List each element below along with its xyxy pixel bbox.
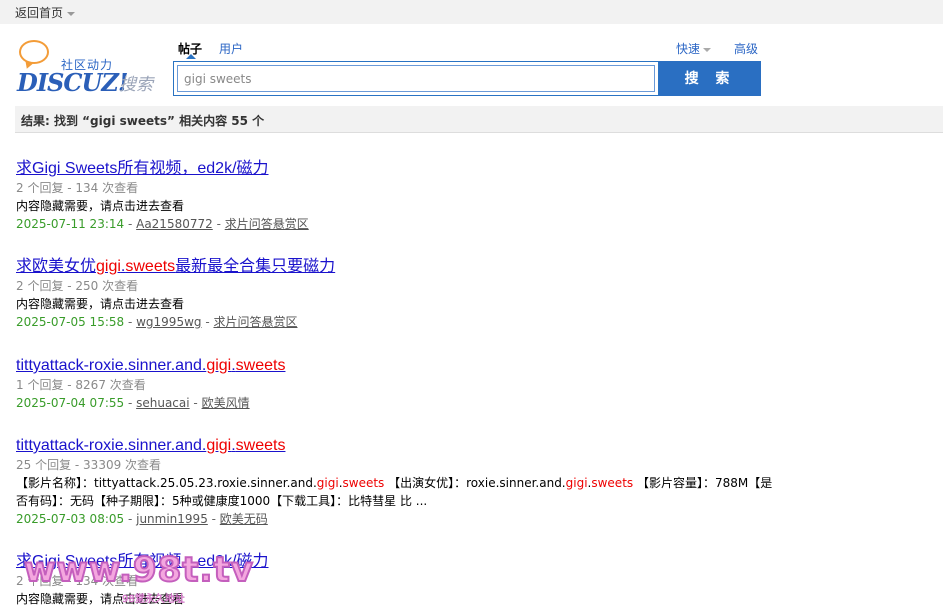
- chevron-down-icon: [67, 11, 76, 16]
- logo-search-label: 搜索: [119, 75, 153, 95]
- watermark-logo: www.98t.tv 98堂永久地址: [23, 549, 254, 610]
- text-segment: 求欧美女优: [16, 258, 97, 275]
- chevron-down-icon: [703, 47, 712, 52]
- quick-search-label: 快速: [676, 42, 701, 56]
- keyword-highlight: gigi: [565, 476, 588, 490]
- author-link[interactable]: junmin1995: [136, 512, 208, 526]
- search-input[interactable]: [177, 65, 655, 92]
- keyword-highlight: sweets: [235, 357, 286, 374]
- keyword-highlight: sweets: [235, 437, 286, 454]
- quick-search-menu[interactable]: 快速: [676, 40, 712, 57]
- keyword-highlight: gigi: [206, 437, 232, 454]
- keyword-highlight: sweets: [125, 258, 176, 275]
- result-title-link[interactable]: 求欧美女优gigi.sweets最新最全合集只要磁力: [16, 256, 776, 277]
- post-date: 2025-07-03 08:05: [16, 512, 125, 526]
- author-link[interactable]: wg1995wg: [136, 315, 201, 329]
- forum-link[interactable]: 求片问答悬赏区: [225, 217, 309, 231]
- text-segment: 内容隐藏需要，请点击进去查看: [16, 297, 185, 311]
- post-date: 2025-07-04 07:55: [16, 396, 125, 410]
- separator: -: [124, 315, 137, 329]
- text-segment: 【影片名称】：tittyattack.25.05.23.roxie.sinner…: [16, 476, 317, 490]
- result-stats: 2 个回复 - 250 次查看: [16, 279, 139, 293]
- separator: -: [201, 315, 214, 329]
- top-bar: 返回首页: [0, 0, 943, 24]
- forum-link[interactable]: 欧美无码: [220, 512, 268, 526]
- advanced-search-link[interactable]: 高级: [734, 40, 758, 57]
- post-date: 2025-07-11 23:14: [16, 217, 125, 231]
- forum-link[interactable]: 欧美风情: [202, 396, 250, 410]
- search-box: [173, 61, 659, 96]
- text-segment: 求Gigi Sweets所有视频，ed2k/磁力: [16, 160, 269, 177]
- result-footer: 2025-07-11 23:14 - Aa21580772 - 求片问答悬赏区: [16, 215, 776, 233]
- result-excerpt: 内容隐藏需要，请点击进去查看: [16, 295, 776, 313]
- keyword-highlight: sweets: [342, 476, 385, 490]
- result-footer: 2025-07-04 07:55 - sehuacai - 欧美风情: [16, 394, 776, 412]
- separator: -: [212, 217, 225, 231]
- speech-bubble-icon: [19, 40, 49, 64]
- back-home-label: 返回首页: [15, 6, 64, 20]
- result-footer: 2025-07-03 08:05 - junmin1995 - 欧美无码: [16, 510, 776, 528]
- result-title-link[interactable]: 求Gigi Sweets所有视频，ed2k/磁力: [16, 158, 776, 179]
- keyword-highlight: gigi: [316, 476, 339, 490]
- result-summary: 结果: 找到 “gigi sweets” 相关内容 55 个: [21, 114, 265, 128]
- watermark-main-text: www.98t.tv: [23, 549, 254, 591]
- logo-brand: DISCUZ!: [17, 68, 128, 97]
- forum-link[interactable]: 求片问答悬赏区: [213, 315, 297, 329]
- result-summary-bar: 结果: 找到 “gigi sweets” 相关内容 55 个: [15, 106, 943, 133]
- back-home-link[interactable]: 返回首页: [15, 4, 76, 21]
- result-title-link[interactable]: tittyattack-roxie.sinner.and.gigi.sweets: [16, 435, 776, 456]
- separator: -: [207, 512, 220, 526]
- result-excerpt: 内容隐藏需要，请点击进去查看: [16, 197, 776, 215]
- result-item: 求欧美女优gigi.sweets最新最全合集只要磁力 2 个回复 - 250 次查…: [16, 256, 776, 331]
- text-segment: tittyattack-roxie.sinner.and.: [16, 437, 207, 454]
- tab-users[interactable]: 用户: [219, 40, 243, 57]
- separator: -: [124, 396, 137, 410]
- separator: -: [124, 512, 137, 526]
- text-segment: 最新最全合集只要磁力: [175, 258, 336, 275]
- result-item: tittyattack-roxie.sinner.and.gigi.sweets…: [16, 435, 776, 528]
- result-title-link[interactable]: tittyattack-roxie.sinner.and.gigi.sweets: [16, 355, 776, 376]
- result-stats: 2 个回复 - 134 次查看: [16, 181, 139, 195]
- keyword-highlight: gigi: [96, 258, 121, 275]
- watermark-sub-text: 98堂永久地址: [122, 594, 185, 605]
- author-link[interactable]: sehuacai: [136, 396, 189, 410]
- site-logo[interactable]: 社区动力 DISCUZ! 搜索: [15, 38, 165, 97]
- text-segment: 【出演女优】：roxie.sinner.and.: [384, 476, 566, 490]
- result-stats: 25 个回复 - 33309 次查看: [16, 458, 162, 472]
- post-date: 2025-07-05 15:58: [16, 315, 125, 329]
- result-item: tittyattack-roxie.sinner.and.gigi.sweets…: [16, 355, 776, 412]
- result-item: 求Gigi Sweets所有视频，ed2k/磁力 2 个回复 - 134 次查看内…: [16, 158, 776, 233]
- result-excerpt: 【影片名称】：tittyattack.25.05.23.roxie.sinner…: [16, 474, 776, 510]
- search-button[interactable]: 搜 索: [659, 61, 761, 96]
- author-link[interactable]: Aa21580772: [136, 217, 213, 231]
- result-stats: 1 个回复 - 8267 次查看: [16, 378, 146, 392]
- keyword-highlight: gigi: [206, 357, 232, 374]
- active-tab-indicator: [186, 54, 196, 59]
- keyword-highlight: sweets: [591, 476, 634, 490]
- result-footer: 2025-07-05 15:58 - wg1995wg - 求片问答悬赏区: [16, 313, 776, 331]
- separator: -: [189, 396, 202, 410]
- separator: -: [124, 217, 137, 231]
- text-segment: tittyattack-roxie.sinner.and.: [16, 357, 207, 374]
- text-segment: 内容隐藏需要，请点击进去查看: [16, 199, 185, 213]
